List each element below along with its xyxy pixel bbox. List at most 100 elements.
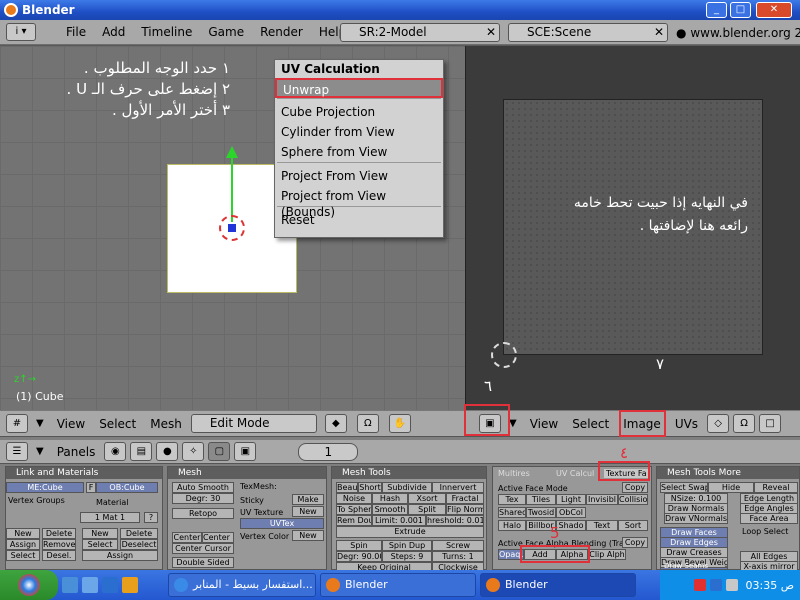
obcol-toggle[interactable]: ObCol (556, 507, 586, 518)
retopo-toggle[interactable]: Retopo (172, 508, 234, 519)
material-delete-button[interactable]: Delete (120, 528, 158, 539)
show-desktop-icon[interactable] (62, 577, 78, 593)
material-new-button[interactable]: New (82, 528, 118, 539)
spin-button[interactable]: Spin (336, 540, 382, 551)
close-icon[interactable]: ✕ (486, 24, 496, 41)
object-icon[interactable]: ✧ (182, 442, 205, 461)
grid-icon[interactable]: # (6, 414, 28, 433)
center-cursor-button[interactable]: Center Cursor (172, 543, 234, 554)
maximize-button[interactable]: □ (730, 2, 751, 18)
menu-game[interactable]: Game (200, 25, 252, 39)
pivot-icon[interactable]: Ω (356, 414, 379, 433)
antivirus-icon[interactable] (693, 579, 706, 591)
network-icon[interactable] (709, 579, 722, 591)
taskbar-item-browser[interactable]: استفسار بسيط - المنابر... (168, 573, 316, 597)
subdivide-button[interactable]: Subdivide (382, 482, 432, 493)
material-help-button[interactable]: ? (144, 512, 158, 523)
editor-type-icon[interactable]: ☰ (6, 442, 28, 461)
ie-icon[interactable] (102, 577, 118, 593)
invisible-toggle[interactable]: Invisibl (586, 494, 618, 505)
uv-texture-new-button[interactable]: New (292, 506, 324, 517)
mode-select[interactable]: Edit Mode (190, 414, 317, 433)
smooth-button[interactable]: Smooth (372, 504, 408, 515)
draw-vnormals-toggle[interactable]: Draw VNormals (664, 513, 728, 524)
vertex-color-new-button[interactable]: New (292, 530, 324, 541)
mesh-name-field[interactable]: ME:Cube (6, 482, 84, 493)
steps-field[interactable]: Steps: 9 (382, 551, 432, 562)
spin-degree-field[interactable]: Degr: 90.00 (336, 551, 382, 562)
innervert-button[interactable]: Innervert (432, 482, 484, 493)
uv-texture-slot[interactable]: UVTex (240, 518, 324, 529)
to-sphere-button[interactable]: To Spher (336, 504, 372, 515)
hand-icon[interactable]: ✋ (388, 414, 411, 433)
shading-icon[interactable]: ◆ (324, 414, 347, 433)
menu-item-cylinder[interactable]: Cylinder from View (275, 122, 443, 142)
chevron-icon[interactable]: ◇ (707, 414, 730, 433)
taskbar-item-blender-2[interactable]: Blender (480, 573, 636, 597)
shadow-toggle[interactable]: Shado (556, 520, 586, 531)
fractal-button[interactable]: Fractal (446, 493, 484, 504)
center-new-button[interactable]: Center Ne (202, 532, 234, 543)
menu-item-reset[interactable]: Reset (275, 210, 443, 230)
material-assign-button[interactable]: Assign (82, 550, 158, 561)
clip-alpha-button[interactable]: Clip Alph (588, 549, 626, 560)
vgroup-select-button[interactable]: Select (6, 550, 40, 561)
clock[interactable]: ص 03:35 (746, 579, 795, 592)
light-toggle[interactable]: Light (556, 494, 586, 505)
vgroup-new-button[interactable]: New (6, 528, 40, 539)
flip-normals-button[interactable]: Flip Norm (446, 504, 484, 515)
copy-button[interactable]: Copy (622, 482, 648, 493)
explorer-icon[interactable] (82, 577, 98, 593)
menu-item-unwrap[interactable]: Unwrap (275, 78, 443, 98)
vgroup-assign-button[interactable]: Assign (6, 539, 40, 550)
menu-item-project-bounds[interactable]: Project from View (Bounds) (275, 186, 443, 219)
menu-view[interactable]: View (523, 417, 565, 431)
reveal-button[interactable]: Reveal (754, 482, 798, 493)
volume-icon[interactable] (725, 579, 738, 591)
hide-button[interactable]: Hide (708, 482, 754, 493)
spin-dup-button[interactable]: Spin Dup (382, 540, 432, 551)
screw-button[interactable]: Screw (432, 540, 484, 551)
editor-type-button[interactable]: i ▾ (6, 23, 36, 41)
short-button[interactable]: Short (358, 482, 382, 493)
logic-icon[interactable]: ◉ (104, 442, 127, 461)
minimize-button[interactable]: _ (706, 2, 727, 18)
collision-toggle[interactable]: Collisio (618, 494, 648, 505)
menu-render[interactable]: Render (252, 25, 311, 39)
limit-field[interactable]: Limit: 0.001 (372, 515, 426, 526)
turns-field[interactable]: Turns: 1 (432, 551, 484, 562)
auto-smooth-toggle[interactable]: Auto Smooth (172, 482, 234, 493)
twoside-toggle[interactable]: Twosid (526, 507, 556, 518)
tiles-toggle[interactable]: Tiles (526, 494, 556, 505)
vgroup-delete-button[interactable]: Delete (42, 528, 76, 539)
face-area-toggle[interactable]: Face Area (740, 513, 798, 524)
start-button[interactable] (0, 570, 58, 600)
chevron-down-icon[interactable]: ▼ (36, 446, 44, 457)
website-link[interactable]: ● www.blender.org 2 (676, 26, 800, 40)
script-icon[interactable]: ▤ (130, 442, 153, 461)
tab-uv-calculation[interactable]: UV Calcul (556, 469, 594, 478)
menu-file[interactable]: File (58, 25, 94, 39)
menu-item-sphere[interactable]: Sphere from View (275, 142, 443, 162)
select-swap-button[interactable]: Select Swap (660, 482, 708, 493)
sticky-make-button[interactable]: Make (292, 494, 324, 505)
shading-icon[interactable]: ● (156, 442, 179, 461)
vgroup-remove-button[interactable]: Remove (42, 539, 76, 550)
media-player-icon[interactable] (122, 577, 138, 593)
fake-user-button[interactable]: F (86, 482, 96, 493)
menu-item-project-from-view[interactable]: Project From View (275, 166, 443, 186)
beauty-button[interactable]: Beaut (336, 482, 358, 493)
menu-item-cube-projection[interactable]: Cube Projection (275, 102, 443, 122)
smooth-degree-field[interactable]: Degr: 30 (172, 493, 234, 504)
menu-mesh[interactable]: Mesh (143, 417, 189, 431)
object-name-field[interactable]: OB:Cube (96, 482, 158, 493)
tex-toggle[interactable]: Tex (498, 494, 526, 505)
menu-add[interactable]: Add (94, 25, 133, 39)
xsort-button[interactable]: Xsort (408, 493, 446, 504)
sort-toggle[interactable]: Sort (618, 520, 648, 531)
screen-select[interactable]: SR:2-Model ✕ (340, 23, 500, 42)
page-stepper[interactable]: 1 (298, 442, 359, 461)
menu-timeline[interactable]: Timeline (133, 25, 200, 39)
center-button[interactable]: Center (172, 532, 202, 543)
threshold-field[interactable]: hreshold: 0.010 (426, 515, 484, 526)
